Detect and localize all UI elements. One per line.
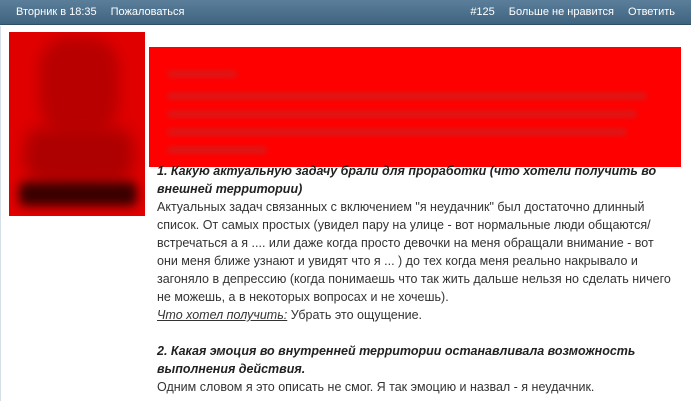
question-1-text: Актуальных задач связанных с включением … [157,200,671,304]
complain-link[interactable]: Пожаловаться [111,6,185,18]
post-body: 1. Какую актуальную задачу брали для про… [0,26,691,401]
post-content: 1. Какую актуальную задачу брали для про… [157,162,677,396]
forum-post: Вторник в 18:35 Пожаловаться #125 Больше… [0,0,691,401]
blurred-text-line [167,129,627,135]
post-number-link[interactable]: #125 [470,6,494,18]
post-date: Вторник в 18:35 [16,6,97,18]
blurred-text-line [167,93,647,99]
blurred-signature-banner [149,47,681,167]
reply-link[interactable]: Ответить [628,6,675,18]
avatar-blur-shape [24,127,134,182]
blurred-text-line [167,71,237,77]
question-2-text: Одним словом я это описать не смог. Я та… [157,380,595,394]
question-2-title: 2. Какая эмоция во внутренней территории… [157,344,636,376]
post-header: Вторник в 18:35 Пожаловаться #125 Больше… [0,0,691,25]
question-1-title: 1. Какую актуальную задачу брали для про… [157,164,657,196]
want-line: Что хотел получить: Убрать это ощущение. [157,306,677,324]
dislike-link[interactable]: Больше не нравится [509,6,614,18]
want-text: Убрать это ощущение. [287,308,423,322]
want-label: Что хотел получить: [157,308,288,322]
header-right: #125 Больше не нравится Ответить [470,6,675,18]
avatar[interactable] [9,32,145,216]
header-left: Вторник в 18:35 Пожаловаться [16,6,185,18]
blurred-text-line [167,147,267,153]
avatar-blur-shape [39,37,119,132]
avatar-blur-shape [19,182,137,206]
blurred-text-line [167,111,637,117]
